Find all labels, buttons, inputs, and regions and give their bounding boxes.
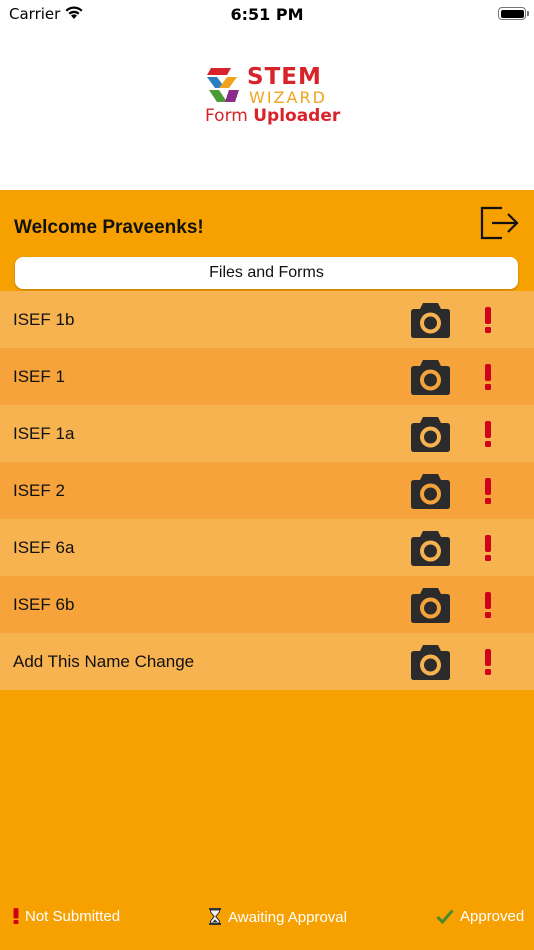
form-row[interactable]: ISEF 6b <box>0 576 534 633</box>
logo-uploader-word: Uploader <box>253 106 341 126</box>
battery-icon <box>498 7 529 20</box>
status-bar: Carrier 6:51 PM <box>0 0 534 30</box>
hourglass-icon <box>209 908 221 925</box>
legend-not-submitted: Not Submitted <box>13 908 120 925</box>
form-label: ISEF 1 <box>13 367 65 386</box>
form-row[interactable]: ISEF 1 <box>0 348 534 405</box>
files-and-forms-button[interactable]: Files and Forms <box>15 257 518 289</box>
not-submitted-icon <box>485 535 491 561</box>
camera-icon[interactable] <box>410 528 451 567</box>
legend-approved: Approved <box>436 908 524 925</box>
main-panel: Welcome Praveenks! Files and Forms ISEF … <box>0 190 534 950</box>
not-submitted-icon <box>485 478 491 504</box>
not-submitted-icon <box>485 364 491 390</box>
checkmark-icon <box>436 909 454 925</box>
forms-list: ISEF 1b ISEF 1 ISEF 1a ISEF 2 ISEF 6a IS… <box>0 291 534 690</box>
form-row[interactable]: ISEF 1b <box>0 291 534 348</box>
legend-approved-label: Approved <box>460 908 525 925</box>
logo-form-uploader-text: Form Uploader <box>205 106 340 126</box>
not-submitted-icon <box>485 307 491 333</box>
form-label: ISEF 6b <box>13 595 75 614</box>
app-logo: STEM WIZARD Form Uploader <box>205 64 340 128</box>
camera-icon[interactable] <box>410 414 451 453</box>
camera-icon[interactable] <box>410 642 451 681</box>
form-label: ISEF 6a <box>13 538 75 557</box>
camera-icon[interactable] <box>410 471 451 510</box>
camera-icon[interactable] <box>410 300 451 339</box>
logo-mark-icon <box>207 68 239 102</box>
not-submitted-icon <box>485 421 491 447</box>
logo-stem-text: STEM <box>247 64 322 90</box>
form-row[interactable]: ISEF 6a <box>0 519 534 576</box>
form-label: ISEF 1b <box>13 310 75 329</box>
legend-awaiting-approval: Awaiting Approval <box>208 908 347 926</box>
exclamation-icon <box>13 908 19 924</box>
clock: 6:51 PM <box>230 5 304 24</box>
logout-icon[interactable] <box>478 202 520 242</box>
form-row[interactable]: ISEF 1a <box>0 405 534 462</box>
welcome-message: Welcome Praveenks! <box>14 217 204 238</box>
logo-wizard-text: WIZARD <box>249 88 327 107</box>
form-label: Add This Name Change <box>13 652 195 671</box>
form-label: ISEF 2 <box>13 481 65 500</box>
form-row[interactable]: ISEF 2 <box>0 462 534 519</box>
legend-awaiting-label: Awaiting Approval <box>228 909 347 926</box>
camera-icon[interactable] <box>410 585 451 624</box>
camera-icon[interactable] <box>410 357 451 396</box>
status-legend: Not Submitted Awaiting Approval Approved <box>0 905 534 931</box>
not-submitted-icon <box>485 592 491 618</box>
form-row[interactable]: Add This Name Change <box>0 633 534 690</box>
legend-not-submitted-label: Not Submitted <box>25 908 121 925</box>
not-submitted-icon <box>485 649 491 675</box>
logo-form-word: Form <box>205 106 248 126</box>
form-label: ISEF 1a <box>13 424 75 443</box>
